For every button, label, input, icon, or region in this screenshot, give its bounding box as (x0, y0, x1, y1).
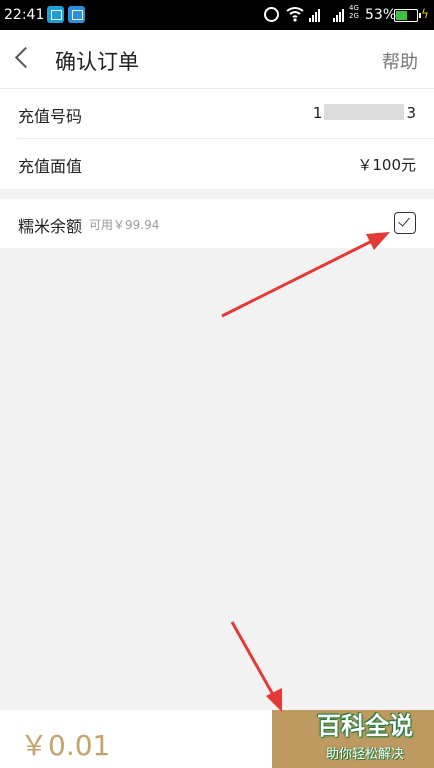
annotation-arrows (221, 232, 390, 712)
arrow-to-checkbox (221, 232, 390, 318)
arrow-to-pay-button (230, 621, 282, 712)
